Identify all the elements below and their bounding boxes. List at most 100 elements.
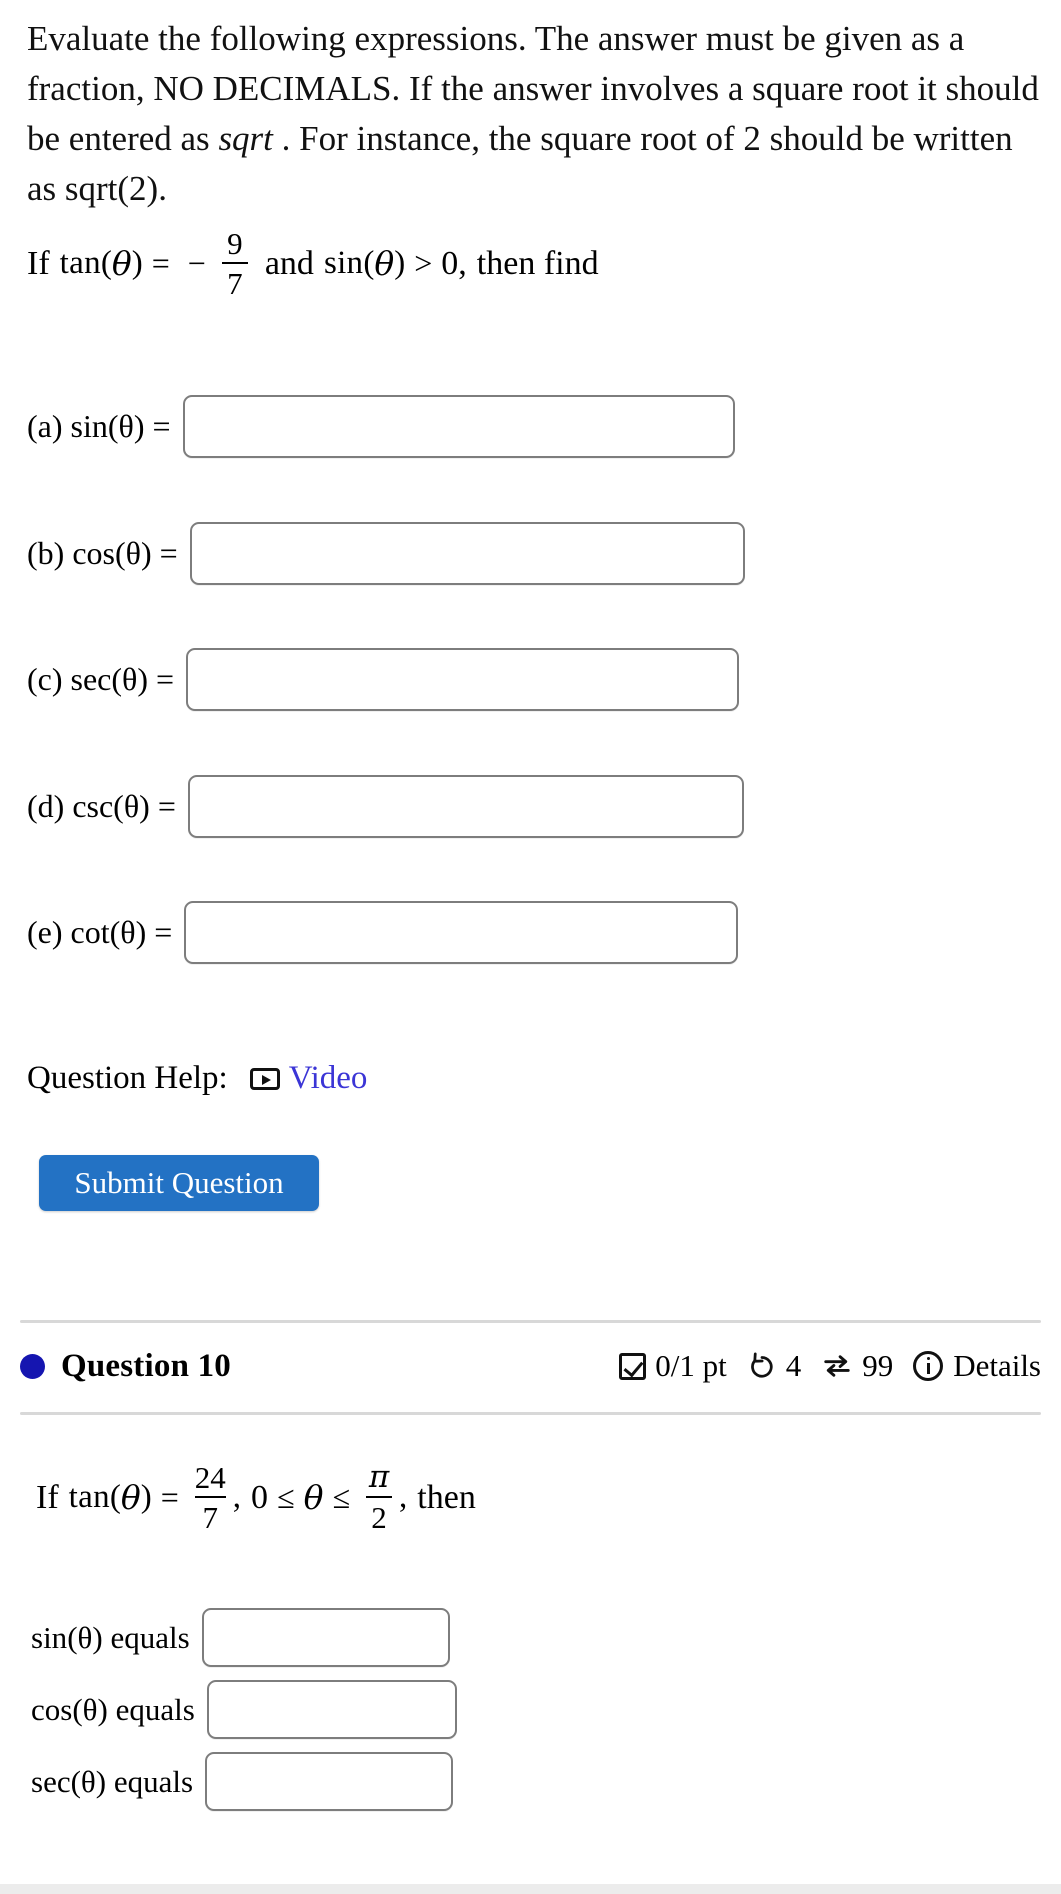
attempts-value: 4	[785, 1348, 802, 1383]
q10-fraction-tan: 24 7	[194, 1460, 226, 1535]
q10-le-2: ≤	[332, 1479, 351, 1515]
question-help: Question Help: Video	[27, 1060, 367, 1097]
q10-fraction-numerator: 24	[194, 1460, 226, 1495]
answer-label-b: (b) cos(θ) =	[27, 535, 178, 571]
divider-above-question10	[20, 1320, 1041, 1323]
question10-prompt: If tan (θ) = 24 7 , 0 ≤ θ ≤ π 2 , then	[36, 1459, 476, 1535]
details-link[interactable]: Details	[953, 1348, 1041, 1384]
q10-answer-row-sin: sin(θ) equals	[31, 1608, 450, 1667]
assignment-page: Evaluate the following expressions. The …	[0, 0, 1061, 1894]
q10-sin-fn: sin	[31, 1619, 68, 1655]
q10-comma-1: ,	[232, 1479, 242, 1515]
q10-cos-equals-word: equals	[115, 1691, 195, 1727]
q10-then: then	[417, 1478, 476, 1516]
prompt-paren-open: (	[100, 245, 112, 281]
question10-title: Question 10	[61, 1347, 231, 1384]
q10-tan: tan	[68, 1479, 110, 1515]
answer-row-b: (b) cos(θ) =	[27, 522, 745, 585]
points-value: 0/1 pt	[655, 1348, 727, 1383]
checkbox-check-icon	[619, 1352, 647, 1380]
versions-group: 99	[821, 1348, 893, 1384]
fraction-numerator: 9	[227, 226, 243, 261]
prompt-tan: tan	[59, 245, 101, 281]
question-help-label: Question Help:	[27, 1060, 228, 1096]
q10-input-sec[interactable]	[205, 1752, 454, 1811]
prompt-minus: −	[187, 245, 206, 281]
q10-sec-theta: θ	[80, 1763, 96, 1799]
answer-label-d: (d) csc(θ) =	[27, 788, 176, 824]
swap-arrows-icon	[824, 1355, 850, 1377]
q10-sec-fn: sec	[31, 1763, 71, 1799]
q10-label-sin: sin(θ) equals	[31, 1619, 190, 1655]
q10-paren-close: )	[140, 1479, 152, 1515]
answer-row-e: (e) cot(θ) =	[27, 901, 739, 964]
instructions-line-1: Evaluate the following expressions. The …	[27, 19, 816, 58]
question10-header: Question 10 0/1 pt 4 99 Details	[20, 1335, 1041, 1397]
details-group[interactable]: Details	[913, 1348, 1041, 1384]
instructions-sqrt-italic: sqrt	[218, 119, 273, 158]
prompt-zero: 0,	[441, 244, 467, 282]
fraction-denominator: 7	[227, 266, 243, 301]
answer-input-b[interactable]	[189, 522, 745, 585]
answer-label-a: (a) sin(θ) =	[27, 408, 171, 444]
answer-input-a[interactable]	[182, 395, 735, 458]
answer-row-c: (c) sec(θ) =	[27, 648, 740, 711]
instructions-paragraph: Evaluate the following expressions. The …	[27, 14, 1042, 214]
q10-label-cos: cos(θ) equals	[31, 1691, 195, 1727]
q10-sin-theta: θ	[77, 1619, 93, 1655]
answer-label-e: (e) cot(θ) =	[27, 914, 173, 950]
q10-cos-fn: cos	[31, 1691, 73, 1727]
question9-prompt: If tan (θ) = − 9 7 and sin (θ) > 0, then…	[27, 228, 599, 299]
attempts-group: 4	[747, 1348, 802, 1384]
q10-lower-bound: 0	[251, 1478, 269, 1516]
q10-input-sin[interactable]	[201, 1608, 450, 1667]
q10-pi-denominator: 2	[371, 1500, 387, 1535]
prompt2-paren-close: )	[394, 245, 406, 281]
q10-equals: =	[160, 1479, 179, 1515]
q10-sin-equals-word: equals	[110, 1619, 190, 1655]
q10-paren-open: (	[109, 1479, 121, 1515]
q10-answer-row-sec: sec(θ) equals	[31, 1752, 454, 1811]
question-status-dot-icon	[20, 1353, 45, 1379]
q10-comma-2: ,	[399, 1479, 408, 1515]
q10-var-theta: θ	[303, 1478, 324, 1517]
prompt-and: and	[264, 244, 314, 282]
answer-label-c: (c) sec(θ) =	[27, 661, 175, 697]
versions-value: 99	[862, 1348, 894, 1383]
undo-arrow-icon	[750, 1352, 773, 1378]
prompt-sin: sin	[323, 245, 364, 281]
prompt-if: If	[27, 244, 50, 282]
answer-row-d: (d) csc(θ) =	[27, 775, 744, 838]
q10-pi-numerator: π	[368, 1459, 390, 1495]
video-play-icon[interactable]	[249, 1067, 280, 1090]
q10-input-cos[interactable]	[206, 1680, 457, 1739]
answer-input-d[interactable]	[187, 775, 744, 838]
info-circle-icon[interactable]	[913, 1351, 944, 1381]
q10-if: If	[36, 1478, 59, 1516]
prompt-greater-than: >	[414, 245, 433, 281]
q10-theta: θ	[120, 1478, 141, 1517]
submit-question-button[interactable]: Submit Question	[39, 1155, 319, 1211]
q10-sec-equals-word: equals	[113, 1763, 194, 1799]
answer-input-e[interactable]	[184, 901, 739, 964]
points-group: 0/1 pt	[619, 1348, 727, 1384]
answer-row-a: (a) sin(θ) =	[27, 395, 735, 458]
divider-below-question10-header	[20, 1412, 1041, 1415]
video-help-link[interactable]: Video	[289, 1060, 368, 1097]
answer-input-c[interactable]	[186, 648, 740, 711]
q10-fraction-pi: π 2	[366, 1459, 393, 1535]
prompt2-theta: θ	[374, 244, 395, 283]
q10-label-sec: sec(θ) equals	[31, 1763, 194, 1799]
q10-answer-row-cos: cos(θ) equals	[31, 1680, 457, 1739]
prompt2-paren-open: (	[363, 245, 375, 281]
q10-le-1: ≤	[277, 1479, 295, 1515]
prompt-theta: θ	[111, 244, 132, 283]
prompt-fraction: 9 7	[221, 226, 248, 301]
instructions-line-3-b: . For instance, the	[272, 119, 532, 158]
prompt-paren-close: )	[131, 245, 143, 281]
prompt-equals: =	[151, 245, 170, 281]
question10-status-bar: 0/1 pt 4 99 Details	[619, 1348, 1041, 1384]
q10-cos-theta: θ	[82, 1691, 98, 1727]
prompt-then-find: then find	[476, 244, 599, 282]
q10-fraction-denominator: 7	[202, 1500, 219, 1535]
